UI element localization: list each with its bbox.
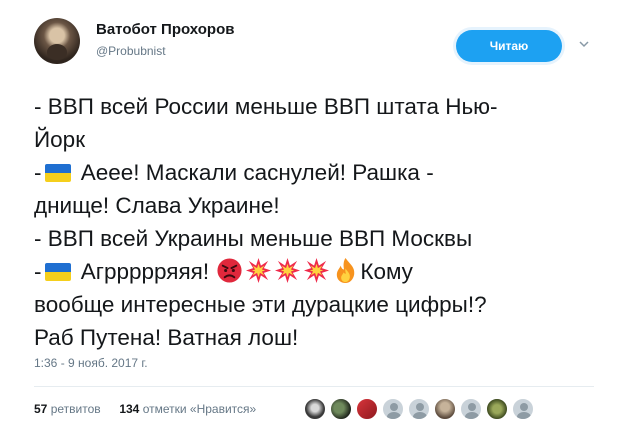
tweet-stats: 57 ретвитов 134 отметки «Нравится»: [34, 402, 256, 416]
tweet-line-text: Агррррряяя!: [74, 259, 216, 284]
follow-button[interactable]: Читаю: [456, 30, 562, 62]
liker-avatar[interactable]: [512, 398, 534, 420]
retweets-label[interactable]: ретвитов: [51, 402, 101, 416]
liker-avatar[interactable]: [304, 398, 326, 420]
collision-icon: [275, 257, 301, 284]
liker-avatar[interactable]: [356, 398, 378, 420]
tweet-line: вообще интересные эти дурацкие цифры!?: [34, 292, 487, 317]
liker-avatar[interactable]: [382, 398, 404, 420]
liker-avatar[interactable]: [330, 398, 352, 420]
likes-count[interactable]: 134: [119, 402, 139, 416]
tweet-line: - Аеее! Маскали саснулей! Рашка -: [34, 156, 604, 189]
tweet-line-prefix: -: [34, 160, 42, 185]
user-handle[interactable]: @Probubnist: [96, 44, 166, 58]
likes-label[interactable]: отметки «Нравится»: [143, 402, 257, 416]
fire-icon: [337, 257, 355, 284]
tweet-line-prefix: -: [34, 259, 42, 284]
liker-avatar[interactable]: [434, 398, 456, 420]
collision-icon: [246, 257, 272, 284]
tweet-line: Йорк: [34, 127, 86, 152]
liker-avatar[interactable]: [408, 398, 430, 420]
liker-avatar[interactable]: [460, 398, 482, 420]
tweet-timestamp[interactable]: 1:36 - 9 нояб. 2017 г.: [34, 356, 148, 370]
tweet-line: - ВВП всей Украины меньше ВВП Москвы: [34, 226, 473, 251]
tweet-line: Раб Путена! Ватная лош!: [34, 325, 299, 350]
ukraine-flag-icon: [45, 164, 71, 182]
likers-avatars: [304, 398, 534, 420]
tweet-line: - ВВП всей России меньше ВВП штата Нью-: [34, 94, 498, 119]
divider: [34, 386, 594, 387]
display-name[interactable]: Ватобот Прохоров: [96, 21, 234, 38]
ukraine-flag-icon: [45, 263, 71, 281]
avatar[interactable]: [34, 18, 80, 64]
tweet-line: днище! Слава Украине!: [34, 193, 280, 218]
tweet-line-text: Кому: [360, 259, 413, 284]
angry-face-icon: [217, 258, 242, 283]
chevron-down-icon[interactable]: [578, 38, 590, 50]
tweet-line-text: Аеее! Маскали саснулей! Рашка -: [74, 160, 434, 185]
liker-avatar[interactable]: [486, 398, 508, 420]
collision-icon: [304, 257, 330, 284]
tweet-line: - Агррррряяя! Кому: [34, 255, 604, 288]
tweet-text: - ВВП всей России меньше ВВП штата Нью- …: [34, 90, 604, 354]
retweets-count[interactable]: 57: [34, 402, 47, 416]
